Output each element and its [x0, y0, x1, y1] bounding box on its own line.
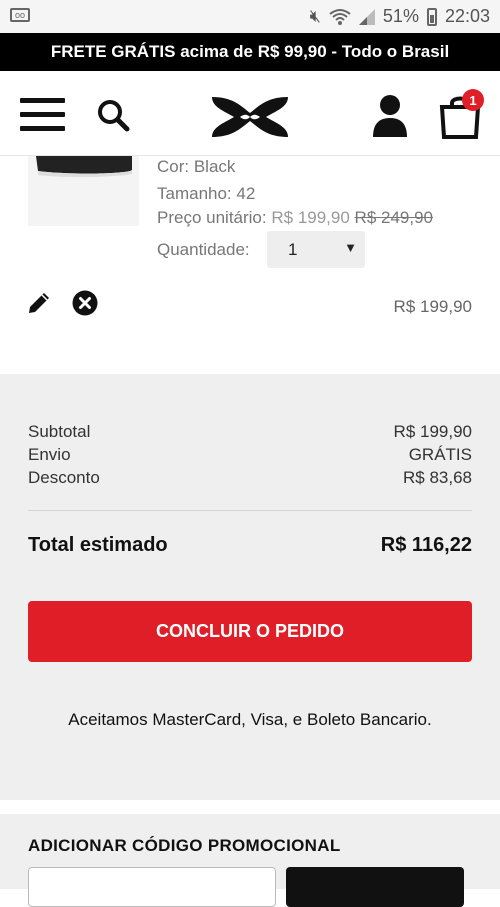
subtotal-value: R$ 199,90	[393, 422, 472, 441]
shoe-image	[36, 156, 132, 178]
subtotal-label: Subtotal	[28, 422, 91, 441]
menu-icon-bar	[20, 112, 65, 117]
discount-row: Desconto R$ 83,68	[28, 468, 472, 488]
edit-pencil-icon[interactable]	[26, 290, 52, 316]
cart-count-badge: 1	[462, 89, 484, 111]
promo-code-title: ADICIONAR CÓDIGO PROMOCIONAL	[28, 836, 341, 855]
promo-code-input[interactable]	[28, 867, 276, 907]
cart-item: Cor: Black Tamanho: 42 Preço unitário: R…	[0, 156, 500, 374]
clock: 22:03	[444, 6, 490, 26]
order-summary: Subtotal R$ 199,90 Envio GRÁTIS Desconto…	[0, 374, 500, 800]
original-price: R$ 249,90	[354, 208, 433, 227]
menu-icon-bar	[20, 126, 65, 131]
product-thumbnail[interactable]	[28, 156, 139, 226]
banner-text: FRETE GRÁTIS acima de R$ 99,90 - Todo o …	[50, 42, 450, 61]
account-icon[interactable]	[372, 93, 408, 137]
shipping-label: Envio	[28, 445, 71, 464]
discount-label: Desconto	[28, 468, 100, 487]
summary-divider	[28, 510, 472, 511]
battery-percent: 51%	[382, 6, 419, 26]
unit-price-label: Preço unitário:	[157, 208, 267, 227]
brand-logo-icon[interactable]	[210, 93, 290, 141]
item-line-total: R$ 199,90	[393, 297, 472, 316]
unit-price: R$ 199,90	[271, 208, 350, 227]
status-bar: oo 🔇︎ 51% 22:03	[0, 0, 500, 33]
shipping-row: Envio GRÁTIS	[28, 445, 472, 465]
status-icons: 🔇︎ 51% 22:03	[310, 6, 490, 27]
product-color: Cor: Black	[157, 157, 236, 176]
promo-code-section: ADICIONAR CÓDIGO PROMOCIONAL	[0, 814, 500, 907]
mute-icon: 🔇︎	[309, 6, 321, 26]
chevron-down-icon: ▼	[344, 240, 357, 255]
subtotal-row: Subtotal R$ 199,90	[28, 422, 472, 442]
voicemail-icon: oo	[10, 8, 30, 22]
total-row: Total estimado R$ 116,22	[28, 534, 472, 557]
free-shipping-banner[interactable]: FRETE GRÁTIS acima de R$ 99,90 - Todo o …	[0, 33, 500, 71]
wifi-icon	[329, 8, 351, 25]
site-header: 1	[0, 71, 500, 156]
search-icon[interactable]	[96, 98, 130, 132]
discount-value: R$ 83,68	[403, 468, 472, 487]
total-label: Total estimado	[28, 534, 168, 556]
cart-button[interactable]: 1	[438, 89, 484, 139]
total-value: R$ 116,22	[380, 534, 472, 556]
signal-icon	[358, 8, 375, 25]
payment-methods-note: Aceitamos MasterCard, Visa, e Boleto Ban…	[68, 710, 432, 729]
promo-apply-button[interactable]	[286, 867, 464, 907]
checkout-button[interactable]: CONCLUIR O PEDIDO	[28, 601, 472, 662]
remove-item-icon[interactable]	[72, 290, 98, 316]
shipping-value: GRÁTIS	[408, 445, 472, 464]
quantity-value: 1	[288, 240, 298, 259]
unit-price-row: Preço unitário: R$ 199,90 R$ 249,90	[157, 208, 433, 228]
menu-button[interactable]	[20, 98, 65, 132]
menu-icon-bar	[20, 98, 65, 103]
quantity-label: Quantidade:	[157, 240, 250, 259]
quantity-select[interactable]: 1 ▼	[267, 231, 365, 268]
product-size: Tamanho: 42	[157, 184, 256, 203]
battery-icon	[426, 7, 437, 26]
